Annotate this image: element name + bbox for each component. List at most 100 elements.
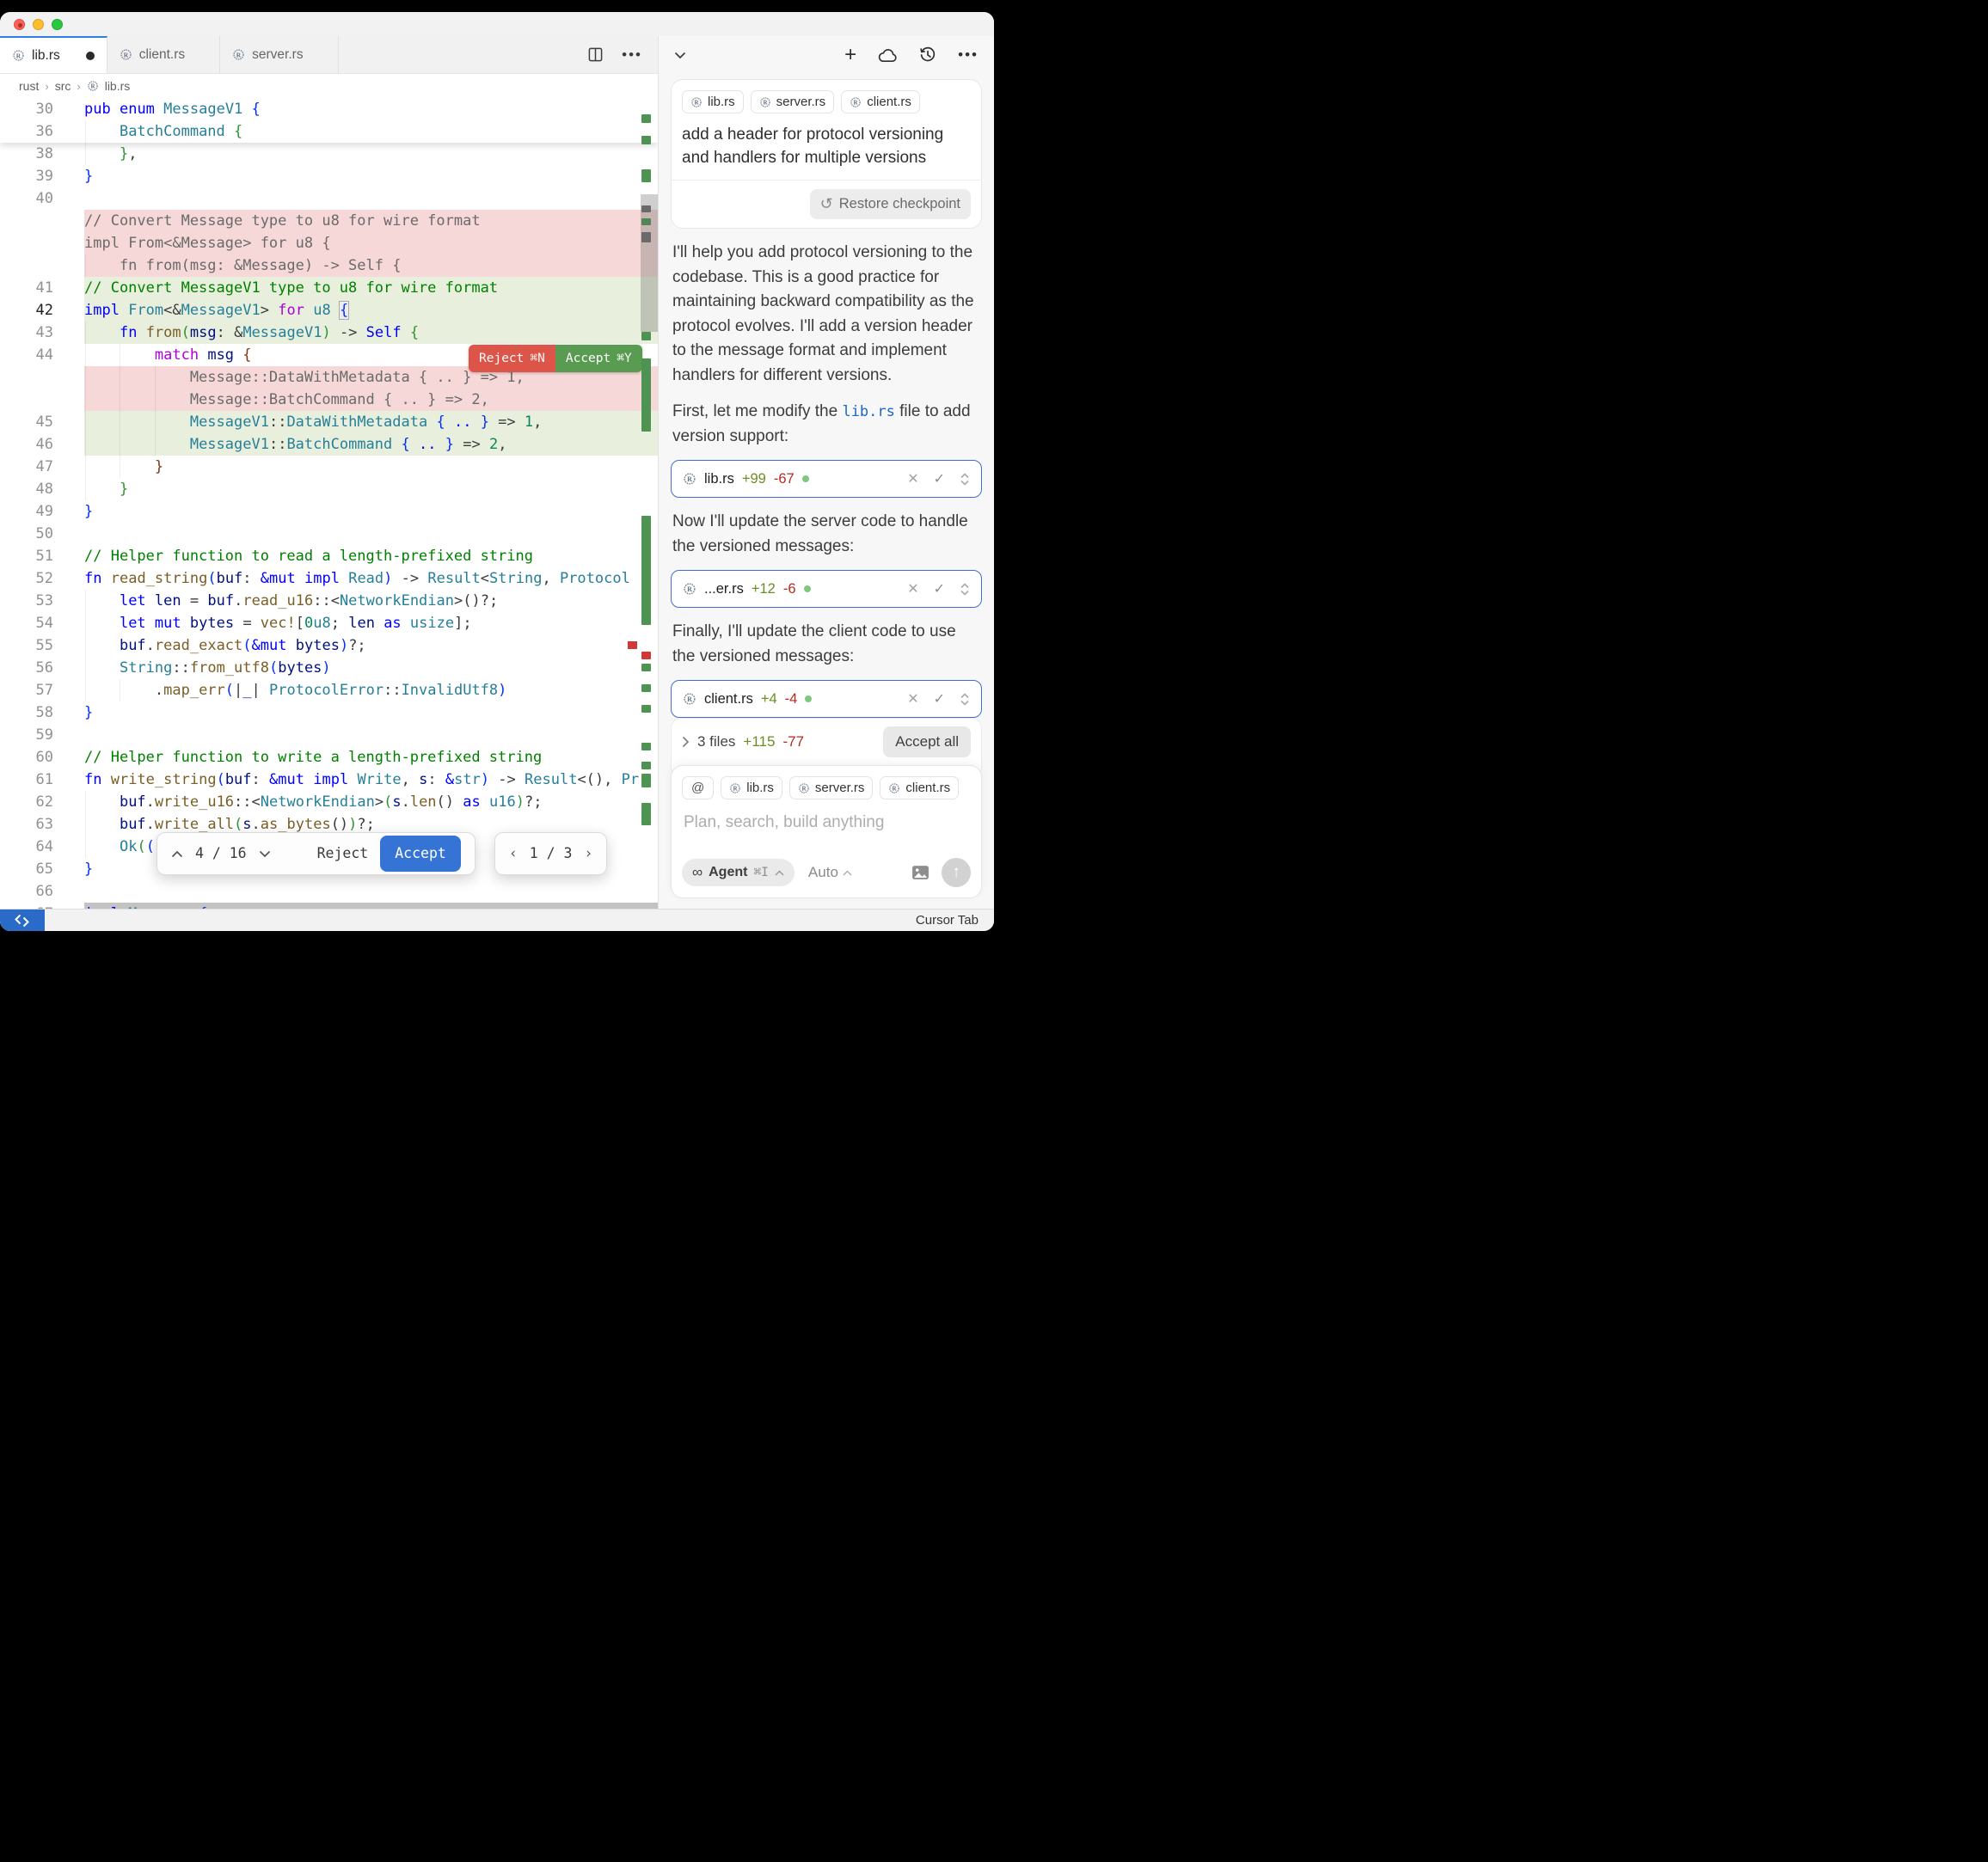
next-diff-icon[interactable]: [259, 850, 271, 858]
attach-image-icon[interactable]: [911, 865, 930, 880]
breadcrumb-item[interactable]: lib.rs: [105, 79, 131, 93]
code-token: }: [155, 458, 163, 475]
composer-input[interactable]: Plan, search, build anything: [684, 813, 969, 832]
accept-file-icon[interactable]: ✓: [934, 690, 945, 707]
file-chip[interactable]: Rclient.rs: [880, 776, 959, 799]
code-row: fn from(msg: &Message) -> Self {: [0, 254, 658, 277]
expand-file-icon[interactable]: [960, 472, 970, 487]
file-chip[interactable]: Rlib.rs: [721, 776, 782, 799]
inline-accept-label: Accept: [566, 352, 611, 365]
next-file-icon[interactable]: ›: [584, 842, 592, 865]
code-text: // Helper function to read a length-pref…: [84, 545, 658, 567]
composer[interactable]: @ Rlib.rs Rserver.rs Rclient.rs Plan, search…: [671, 765, 982, 898]
code-token: enum: [120, 101, 155, 118]
overview-mark: [641, 743, 651, 750]
code-row: impl From<&Message> for u8 {: [0, 232, 658, 254]
file-chip[interactable]: Rserver.rs: [789, 776, 874, 799]
overview-mark: [641, 652, 651, 659]
code-token: [402, 324, 410, 341]
new-chat-icon[interactable]: +: [844, 45, 856, 65]
file-diff-card[interactable]: Rlib.rs+99-67✕✓: [671, 460, 982, 498]
accept-button[interactable]: Accept: [380, 836, 461, 872]
file-chip[interactable]: Rclient.rs: [841, 90, 920, 113]
user-message-text: add a header for protocol versioning and…: [682, 123, 971, 169]
tab-lib-rs[interactable]: Rlib.rs: [0, 36, 107, 73]
tab-modified-dot[interactable]: [86, 52, 95, 60]
indent-guide: [155, 433, 156, 456]
chat-more-icon[interactable]: •••: [958, 46, 979, 64]
code-text: BatchCommand {: [84, 120, 658, 143]
accept-file-icon[interactable]: ✓: [934, 580, 945, 597]
code-token: ,: [498, 436, 506, 453]
sticky-scroll: 30pub enum MessageV1 {36 BatchCommand {: [0, 98, 658, 143]
line-number: 43: [0, 322, 84, 344]
code-token: &: [445, 771, 454, 788]
user-message-card: Rlib.rs Rserver.rs Rclient.rs add a header …: [671, 79, 982, 229]
code-token: .: [252, 816, 261, 833]
cursor-tab-status[interactable]: Cursor Tab: [916, 913, 994, 928]
expand-file-icon[interactable]: [960, 582, 970, 597]
more-actions-icon[interactable]: •••: [622, 46, 642, 64]
status-bar: Cursor Tab: [0, 909, 994, 931]
prev-diff-icon[interactable]: [171, 850, 183, 858]
indent-guide: [85, 612, 86, 634]
collapse-chat-icon[interactable]: [674, 52, 686, 59]
add-context-chip[interactable]: @: [682, 776, 714, 799]
agent-mode-selector[interactable]: ∞Agent⌘I: [682, 859, 795, 886]
indent-guide: [85, 143, 86, 165]
breadcrumb[interactable]: rust›src›Rlib.rs: [0, 74, 658, 98]
line-number: 66: [0, 880, 84, 903]
file-diff-card[interactable]: Rclient.rs+4-4✕✓: [671, 680, 982, 718]
code-token: impl: [313, 771, 348, 788]
expand-file-icon[interactable]: [960, 692, 970, 707]
svg-text:R: R: [124, 51, 129, 58]
line-number: 55: [0, 634, 84, 657]
added-lines: +12: [752, 581, 776, 597]
tab-client-rs[interactable]: Rclient.rs: [107, 36, 220, 73]
tab-server-rs[interactable]: Rserver.rs: [220, 36, 338, 73]
inline-accept-button[interactable]: Accept⌘Y: [555, 345, 642, 372]
code-editor[interactable]: 30pub enum MessageV1 {36 BatchCommand { …: [0, 98, 658, 909]
chevron-right-icon[interactable]: [682, 736, 690, 748]
code-text: }: [84, 701, 658, 724]
file-chip[interactable]: Rlib.rs: [682, 90, 744, 113]
send-button[interactable]: ↑: [942, 858, 971, 887]
close-window-button[interactable]: [14, 19, 25, 30]
code-token: impl: [304, 570, 340, 587]
line-number: 39: [0, 165, 84, 187]
restore-checkpoint-button[interactable]: ↺Restore checkpoint: [810, 189, 971, 219]
accept-all-button[interactable]: Accept all: [883, 726, 971, 757]
zoom-window-button[interactable]: [52, 19, 63, 30]
remote-indicator[interactable]: [0, 910, 45, 931]
breadcrumb-item[interactable]: src: [55, 79, 71, 93]
history-icon[interactable]: [919, 46, 936, 64]
code-token: Message::DataWithMetadata { .. } => 1,: [84, 369, 525, 386]
code-token: buf: [207, 592, 234, 609]
reject-button[interactable]: Reject: [317, 842, 369, 865]
code-row: 62 buf.write_u16::<NetworkEndian>(s.len(…: [0, 791, 658, 813]
model-selector[interactable]: Auto: [808, 864, 852, 881]
inline-reject-button[interactable]: Reject⌘N: [469, 345, 555, 372]
prev-file-icon[interactable]: ‹: [509, 842, 518, 865]
minimize-window-button[interactable]: [33, 19, 44, 30]
reject-file-icon[interactable]: ✕: [907, 470, 918, 487]
cloud-icon[interactable]: [878, 48, 898, 63]
reject-file-icon[interactable]: ✕: [907, 690, 918, 707]
code-token: ::: [383, 682, 401, 699]
rust-file-icon: R: [232, 48, 245, 61]
line-number: 45: [0, 411, 84, 433]
code-text: // Convert MessageV1 type to u8 for wire…: [84, 277, 658, 299]
file-chip[interactable]: Rserver.rs: [751, 90, 835, 113]
svg-text:R: R: [893, 785, 898, 792]
split-editor-icon[interactable]: [588, 47, 603, 62]
code-token: usize: [410, 615, 454, 632]
code-token: s: [419, 771, 427, 788]
breadcrumb-item[interactable]: rust: [19, 79, 39, 93]
scrollbar-thumb[interactable]: [641, 194, 658, 332]
accept-file-icon[interactable]: ✓: [934, 470, 945, 487]
code-token: [225, 123, 234, 140]
file-diff-card[interactable]: R...er.rs+12-6✕✓: [671, 570, 982, 608]
reject-file-icon[interactable]: ✕: [907, 580, 918, 597]
file-chip-label: lib.rs: [708, 95, 735, 109]
overview-ruler[interactable]: [641, 98, 658, 909]
